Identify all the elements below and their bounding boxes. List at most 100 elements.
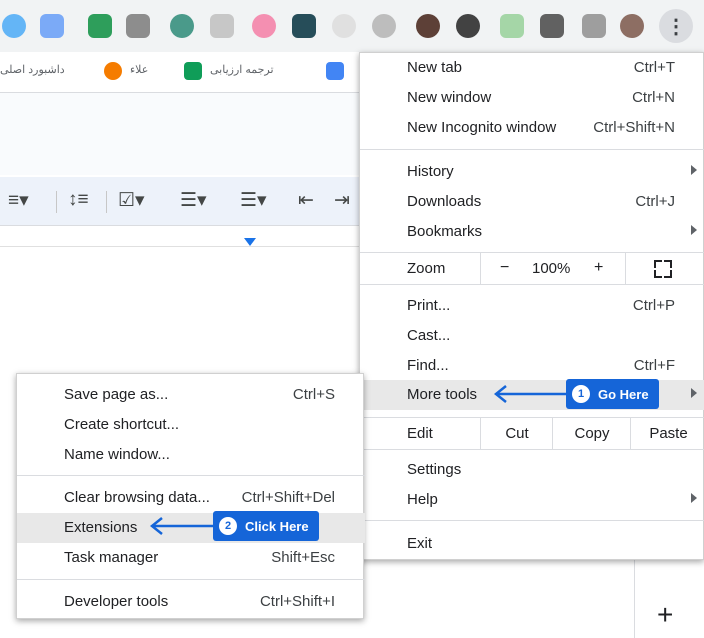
callout-arrow-icon xyxy=(493,385,568,403)
submenu-item-shortcut: Ctrl+Shift+Del xyxy=(241,489,335,506)
extension-icon[interactable] xyxy=(126,14,150,38)
paste-label: Paste xyxy=(649,425,688,442)
menu-zoom-row: Zoom − 100% + xyxy=(360,253,704,284)
submenu-item-label: Save page as... xyxy=(64,386,169,403)
submenu-item-save-page[interactable]: Save page as... Ctrl+S xyxy=(17,380,365,410)
callout-arrow-icon xyxy=(149,517,216,535)
callout-text: Click Here xyxy=(245,518,309,534)
menu-item-downloads[interactable]: Downloads Ctrl+J xyxy=(360,187,704,217)
callout-step-number: 1 xyxy=(572,385,590,403)
fullscreen-icon[interactable] xyxy=(654,260,672,278)
extension-icon[interactable] xyxy=(416,14,440,38)
extension-icon[interactable] xyxy=(456,14,480,38)
extension-icon[interactable] xyxy=(292,14,316,38)
submenu-item-label: Extensions xyxy=(64,519,138,536)
menu-item-new-window[interactable]: New window Ctrl+N xyxy=(360,83,704,113)
menu-item-label: Print... xyxy=(407,297,451,314)
bookmark-item[interactable]: علاء xyxy=(130,63,148,76)
menu-item-label: Downloads xyxy=(407,193,482,210)
menu-item-exit[interactable]: Exit xyxy=(360,529,704,559)
extension-icon[interactable] xyxy=(582,14,606,38)
cut-button[interactable]: Cut xyxy=(480,418,553,449)
extension-icon[interactable] xyxy=(88,14,112,38)
submenu-item-shortcut: Ctrl+S xyxy=(292,386,335,403)
extension-icon[interactable] xyxy=(252,14,276,38)
bookmark-item[interactable]: داشبورد اصلی xyxy=(0,63,65,76)
line-spacing-icon[interactable]: ↕≡ xyxy=(68,189,89,211)
profile-avatar[interactable] xyxy=(620,14,644,38)
menu-divider xyxy=(360,284,704,285)
submenu-item-shortcut: Ctrl+Shift+I xyxy=(259,593,335,610)
decrease-indent-icon[interactable]: ⇤ xyxy=(298,189,314,212)
toolbar-divider xyxy=(106,191,107,213)
increase-indent-icon[interactable]: ⇥ xyxy=(334,189,350,212)
menu-item-new-incognito-window[interactable]: New Incognito window Ctrl+Shift+N xyxy=(360,113,704,143)
menu-item-label: History xyxy=(407,163,454,180)
submenu-item-clear-browsing-data[interactable]: Clear browsing data... Ctrl+Shift+Del xyxy=(17,483,365,513)
menu-item-shortcut: Ctrl+N xyxy=(632,89,675,106)
extension-icon[interactable] xyxy=(372,14,396,38)
menu-item-help[interactable]: Help xyxy=(360,485,704,515)
menu-item-shortcut: Ctrl+F xyxy=(633,357,675,374)
menu-item-label: Find... xyxy=(407,357,449,374)
callout-text: Go Here xyxy=(598,386,649,402)
menu-item-label: New tab xyxy=(407,59,463,76)
submenu-item-label: Create shortcut... xyxy=(64,416,180,433)
zoom-level-value: 100% xyxy=(532,260,571,277)
submenu-item-developer-tools[interactable]: Developer tools Ctrl+Shift+I xyxy=(17,587,365,617)
zoom-in-button[interactable]: + xyxy=(594,259,603,277)
zoom-out-button[interactable]: − xyxy=(500,259,509,277)
menu-divider xyxy=(360,520,704,521)
cut-label: Cut xyxy=(505,425,529,442)
numbered-list-icon[interactable]: ☰▾ xyxy=(240,189,267,212)
menu-item-new-tab[interactable]: New tab Ctrl+T xyxy=(360,53,704,83)
copy-button[interactable]: Copy xyxy=(552,418,631,449)
checklist-icon[interactable]: ☑▾ xyxy=(118,189,145,212)
extension-icon[interactable] xyxy=(500,14,524,38)
add-plus-icon[interactable]: + xyxy=(657,601,673,629)
chrome-main-menu: New tab Ctrl+T New window Ctrl+N New Inc… xyxy=(359,52,704,560)
bookmark-item[interactable]: ترجمه ارزیابی xyxy=(210,63,274,76)
submenu-item-label: Developer tools xyxy=(64,593,169,610)
submenu-item-create-shortcut[interactable]: Create shortcut... xyxy=(17,410,365,440)
extension-icon[interactable] xyxy=(40,14,64,38)
menu-item-label: Exit xyxy=(407,535,433,552)
submenu-item-task-manager[interactable]: Task manager Shift+Esc xyxy=(17,543,365,573)
extensions-bar: ⋮ xyxy=(0,0,704,52)
copy-label: Copy xyxy=(574,425,610,442)
menu-item-shortcut: Ctrl+P xyxy=(632,297,675,314)
zoom-controls-divider xyxy=(480,253,481,284)
submenu-item-name-window[interactable]: Name window... xyxy=(17,440,365,470)
extension-icon[interactable] xyxy=(2,14,26,38)
menu-item-shortcut: Ctrl+Shift+N xyxy=(593,119,675,136)
menu-item-label: Settings xyxy=(407,461,462,478)
menu-item-shortcut: Ctrl+J xyxy=(635,193,675,210)
menu-item-settings[interactable]: Settings xyxy=(360,455,704,485)
extension-icon[interactable] xyxy=(332,14,356,38)
menu-item-label: Cast... xyxy=(407,327,451,344)
zoom-controls-divider xyxy=(625,253,626,284)
paste-button[interactable]: Paste xyxy=(630,418,704,449)
ruler-indent-marker-icon[interactable] xyxy=(244,238,256,246)
submenu-item-shortcut: Shift+Esc xyxy=(271,549,335,566)
callout-go-here: 1 Go Here xyxy=(566,379,659,409)
menu-item-label: New window xyxy=(407,89,492,106)
menu-item-find[interactable]: Find... Ctrl+F xyxy=(360,351,704,381)
menu-item-history[interactable]: History xyxy=(360,157,704,187)
callout-step-number: 2 xyxy=(219,517,237,535)
extension-icon[interactable] xyxy=(210,14,234,38)
chrome-menu-kebab-icon[interactable]: ⋮ xyxy=(659,9,693,43)
menu-edit-row: Edit Cut Copy Paste xyxy=(360,418,704,449)
more-tools-submenu: Save page as... Ctrl+S Create shortcut..… xyxy=(16,373,365,619)
bulleted-list-icon[interactable]: ☰▾ xyxy=(180,189,207,212)
menu-item-cast[interactable]: Cast... xyxy=(360,321,704,351)
extension-icon[interactable] xyxy=(540,14,564,38)
menu-item-label: More tools xyxy=(407,386,478,403)
submenu-arrow-icon xyxy=(691,388,697,398)
align-left-icon[interactable]: ≡▾ xyxy=(8,189,29,212)
extension-icon[interactable] xyxy=(170,14,194,38)
menu-item-bookmarks[interactable]: Bookmarks xyxy=(360,217,704,247)
submenu-arrow-icon xyxy=(691,493,697,503)
menu-item-print[interactable]: Print... Ctrl+P xyxy=(360,291,704,321)
submenu-divider xyxy=(17,475,365,476)
